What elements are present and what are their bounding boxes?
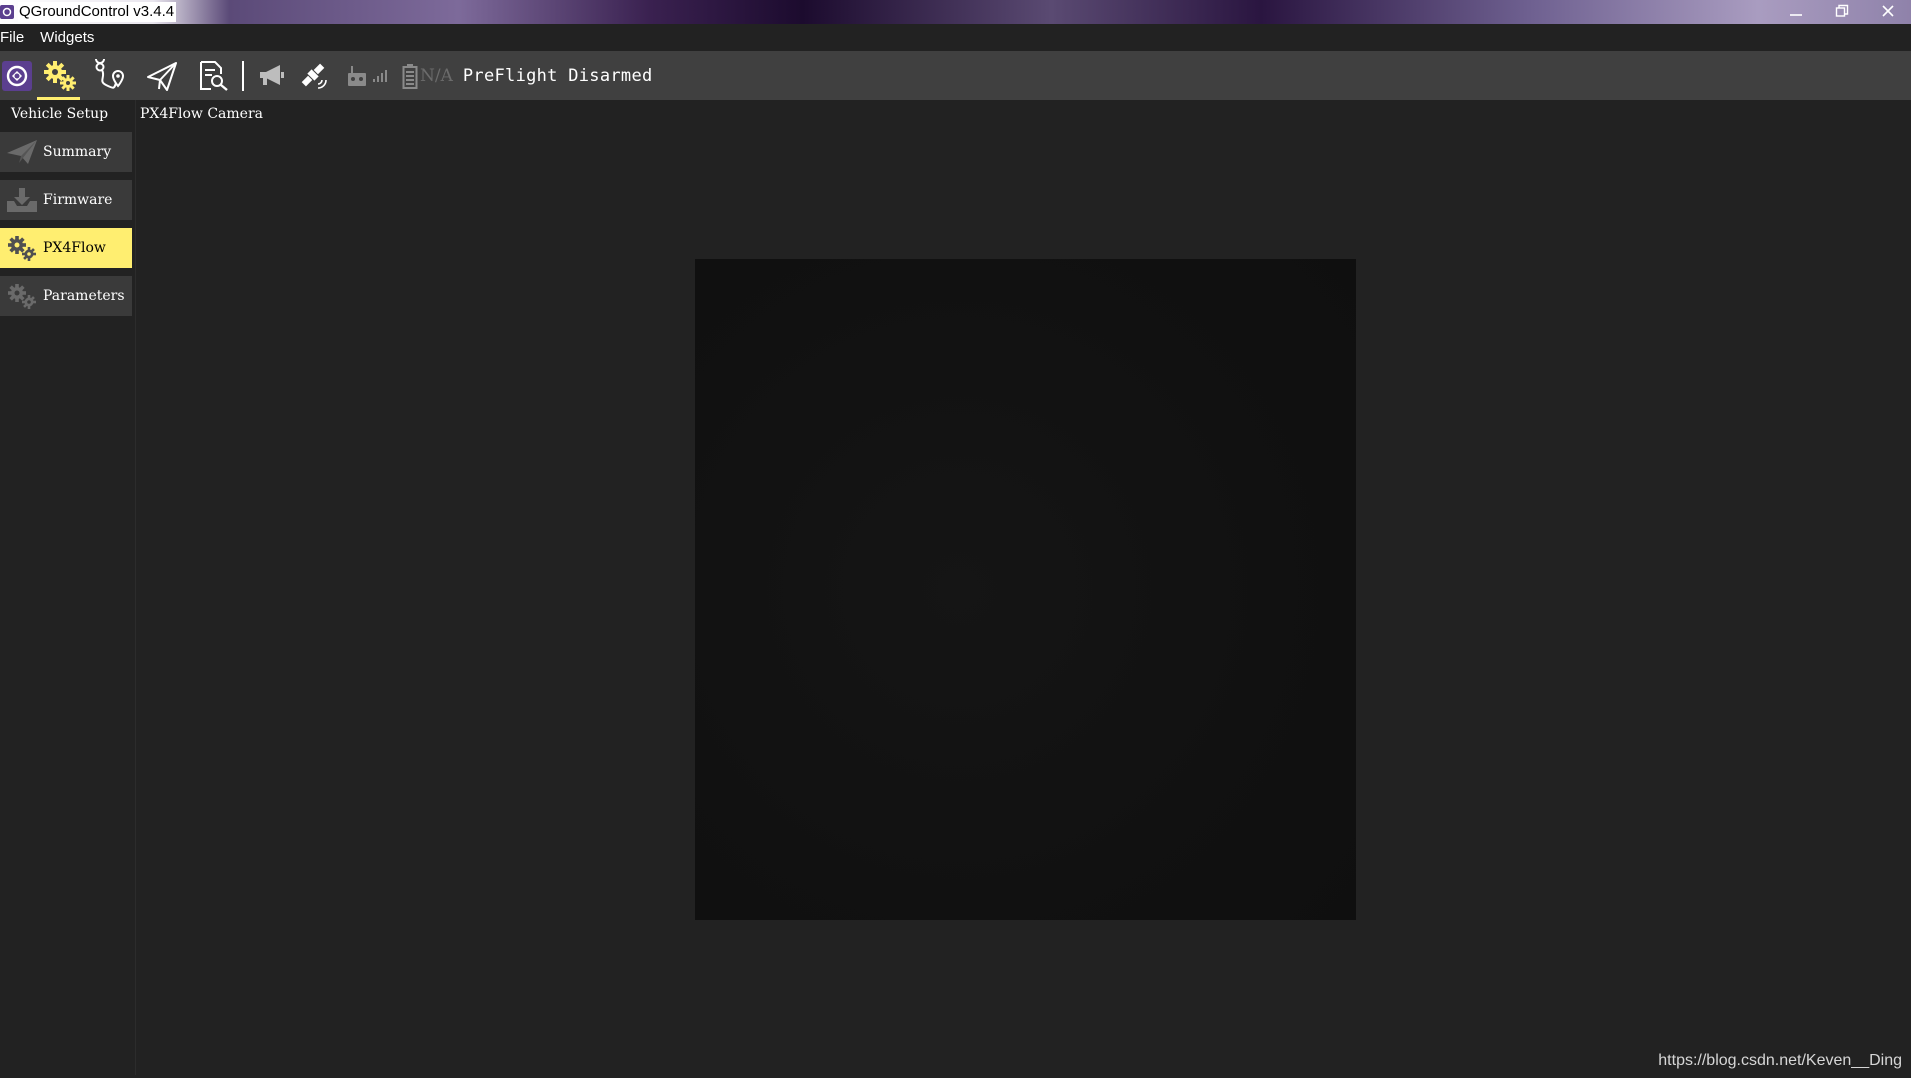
qgc-app-icon: [0, 5, 14, 19]
window-title-bar: QGroundControl v3.4.4: [0, 0, 1911, 24]
rc-transmitter-icon: [348, 65, 366, 86]
analyze-view-icon: [199, 60, 228, 91]
watermark-text: https://blog.csdn.net/Keven__Ding: [1658, 1052, 1902, 1069]
sidebar-item-firmware[interactable]: Firmware: [0, 180, 132, 220]
plan-view-icon: [94, 58, 124, 89]
close-button[interactable]: [1865, 0, 1911, 22]
signal-bars-icon: [373, 69, 387, 82]
gears-icon: [4, 283, 40, 309]
sidebar-item-label: Parameters: [43, 288, 125, 304]
signal-strength-indicator: [372, 69, 388, 83]
megaphone-icon: [260, 64, 284, 85]
main-toolbar: N/A PreFlight Disarmed: [0, 51, 1911, 100]
minimize-button[interactable]: [1773, 0, 1819, 22]
qgc-logo-icon: [2, 60, 32, 91]
messages-indicator[interactable]: [258, 63, 286, 89]
battery-icon: [402, 63, 418, 89]
satellite-icon: [301, 63, 327, 89]
sidebar-item-label: PX4Flow: [43, 240, 106, 256]
menu-widgets[interactable]: Widgets: [40, 29, 101, 46]
gears-icon: [4, 235, 40, 261]
px4flow-camera-image: [695, 259, 1356, 920]
plan-view-button[interactable]: [85, 51, 136, 100]
firmware-download-icon: [4, 187, 40, 213]
maximize-button[interactable]: [1819, 0, 1865, 22]
sidebar-item-summary[interactable]: Summary: [0, 132, 132, 172]
sidebar-item-label: Firmware: [43, 192, 113, 208]
vehicle-setup-sidebar: Vehicle Setup Summary Firmware PX4Flow P…: [0, 100, 136, 1075]
vehicle-setup-button[interactable]: [34, 51, 85, 100]
flight-status[interactable]: PreFlight Disarmed: [463, 66, 653, 86]
sidebar-title: Vehicle Setup: [11, 106, 109, 122]
sidebar-item-label: Summary: [43, 144, 112, 160]
toolbar-separator: [242, 60, 244, 91]
menu-bar: File Widgets: [0, 24, 1911, 51]
rc-rssi-indicator[interactable]: [346, 64, 368, 88]
analyze-view-button[interactable]: [187, 51, 238, 100]
battery-indicator[interactable]: [402, 63, 418, 89]
sidebar-item-px4flow[interactable]: PX4Flow: [0, 228, 132, 268]
page-title: PX4Flow Camera: [140, 106, 264, 122]
fly-view-icon: [146, 61, 177, 91]
sidebar-item-parameters[interactable]: Parameters: [0, 276, 132, 316]
restore-icon: [1835, 4, 1849, 17]
battery-value: N/A: [420, 65, 453, 86]
window-title: QGroundControl v3.4.4: [18, 2, 177, 22]
vehicle-setup-icon: [43, 60, 76, 91]
minimize-icon: [1790, 14, 1802, 16]
close-icon: [1882, 5, 1894, 17]
paper-plane-icon: [4, 139, 40, 165]
gps-indicator[interactable]: [300, 62, 328, 90]
fly-view-button[interactable]: [136, 51, 187, 100]
qgc-logo-button[interactable]: [0, 51, 34, 100]
menu-file[interactable]: File: [0, 29, 31, 46]
